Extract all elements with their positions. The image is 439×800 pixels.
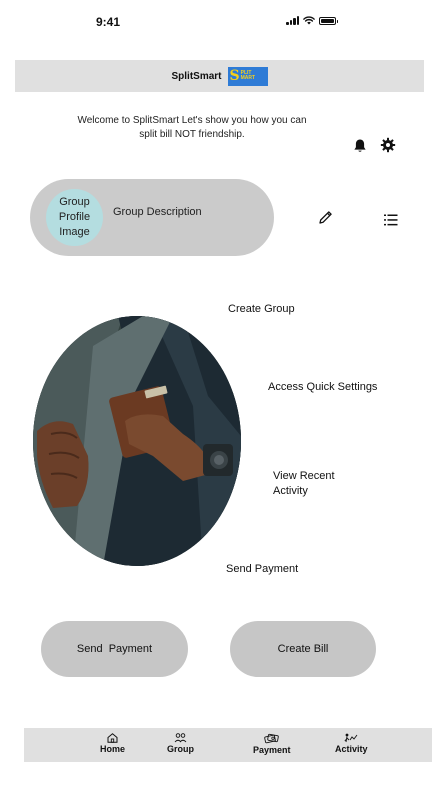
battery-icon: [319, 16, 338, 25]
app-logo: S PLIT MART: [227, 66, 268, 86]
group-icon: [174, 733, 186, 743]
create-bill-label: Create Bill: [277, 643, 329, 655]
status-icons: [286, 16, 338, 25]
app-header: SplitSmart S PLIT MART: [15, 60, 424, 92]
wifi-icon: [303, 16, 315, 25]
bottom-tab-bar: Home Group Payment Activity: [24, 728, 432, 762]
home-icon: [107, 733, 118, 743]
app-title: SplitSmart: [171, 70, 222, 82]
group-card[interactable]: Group Profile Image Group Description: [30, 179, 274, 256]
tab-group[interactable]: Group: [167, 733, 194, 754]
hint-quick-settings: Access Quick Settings: [268, 381, 378, 393]
status-bar: 9:41: [0, 0, 439, 44]
hint-recent-activity: View Recent Activity: [273, 470, 335, 498]
logo-words: PLIT MART: [240, 70, 256, 82]
tab-payment[interactable]: Payment: [253, 733, 291, 755]
edit-pencil-icon[interactable]: [318, 210, 333, 225]
hero-wallet-photo: [33, 316, 241, 566]
settings-gear-icon[interactable]: [380, 137, 396, 153]
payment-icon: [263, 733, 279, 744]
notification-bell-icon[interactable]: [352, 138, 368, 154]
tab-group-label: Group: [167, 744, 194, 754]
create-bill-button[interactable]: Create Bill: [230, 621, 376, 677]
logo-letter: S: [229, 68, 240, 84]
tab-activity-label: Activity: [335, 744, 368, 754]
send-payment-label: Send Payment: [76, 643, 153, 655]
hint-send-payment: Send Payment: [226, 563, 299, 575]
group-profile-image[interactable]: Group Profile Image: [46, 189, 103, 246]
tab-activity[interactable]: Activity: [335, 733, 368, 754]
hint-create-group: Create Group: [228, 303, 295, 315]
tab-home[interactable]: Home: [100, 733, 125, 754]
group-description: Group Description: [113, 206, 202, 218]
send-payment-button[interactable]: Send Payment: [41, 621, 188, 677]
tab-home-label: Home: [100, 744, 126, 754]
tab-payment-label: Payment: [253, 745, 291, 755]
signal-icon: [286, 16, 299, 25]
logo-word-bottom: MART: [240, 75, 256, 81]
status-time: 9:41: [96, 15, 121, 29]
list-menu-icon[interactable]: [384, 214, 398, 226]
activity-icon: [344, 733, 358, 743]
welcome-message: Welcome to SplitSmart Let's show you how…: [77, 115, 307, 140]
